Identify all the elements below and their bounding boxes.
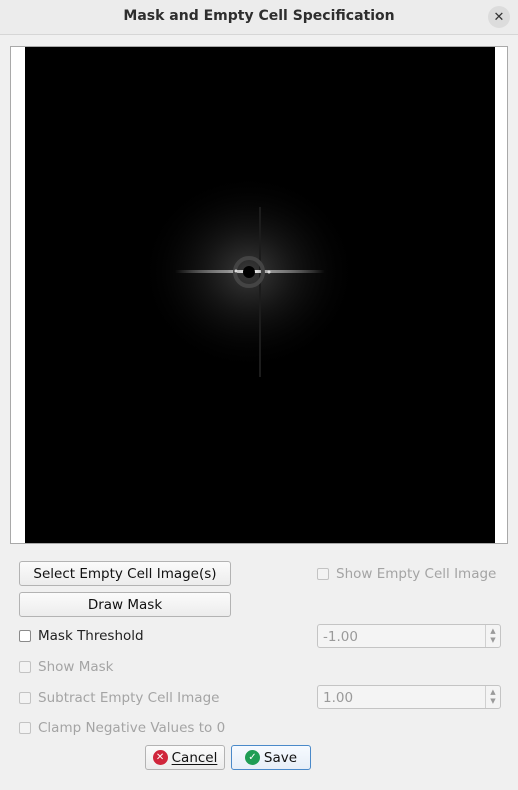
show-empty-cell-label: Show Empty Cell Image (336, 566, 497, 582)
subtract-empty-cell-label: Subtract Empty Cell Image (38, 690, 220, 706)
cancel-button[interactable]: ✕ Cancel (145, 745, 225, 770)
chevron-up-icon[interactable]: ▲ (490, 627, 495, 636)
clamp-negative-checkbox[interactable]: Clamp Negative Values to 0 (19, 719, 225, 737)
show-mask-checkbox[interactable]: Show Mask (19, 658, 114, 676)
mask-threshold-value: -1.00 (323, 629, 358, 645)
chevron-down-icon[interactable]: ▼ (490, 697, 495, 706)
mask-threshold-spinbox[interactable]: -1.00 ▲ ▼ (317, 624, 501, 648)
subtract-scale-value: 1.00 (323, 690, 354, 706)
spin-arrows[interactable]: ▲ ▼ (485, 625, 500, 647)
clamp-negative-label: Clamp Negative Values to 0 (38, 720, 226, 736)
checkbox-box[interactable] (19, 661, 31, 673)
diffraction-pattern-graphic (139, 172, 359, 377)
checkmark-icon: ✓ (244, 750, 260, 765)
show-empty-cell-checkbox[interactable]: Show Empty Cell Image (317, 565, 496, 583)
checkbox-box[interactable] (317, 568, 329, 580)
save-button[interactable]: ✓ Save (231, 745, 311, 770)
draw-mask-button[interactable]: Draw Mask (19, 592, 231, 617)
select-empty-cell-button[interactable]: Select Empty Cell Image(s) (19, 561, 231, 586)
show-mask-label: Show Mask (38, 659, 114, 675)
mask-threshold-label: Mask Threshold (38, 628, 144, 644)
image-viewer[interactable] (10, 46, 508, 544)
subtract-scale-spinbox[interactable]: 1.00 ▲ ▼ (317, 685, 501, 709)
diffraction-image[interactable] (25, 47, 495, 543)
save-label: Save (263, 749, 298, 766)
checkbox-box[interactable] (19, 630, 31, 642)
cancel-label: Cancel (171, 749, 218, 766)
window-title: Mask and Empty Cell Specification (123, 8, 395, 24)
spin-arrows[interactable]: ▲ ▼ (485, 686, 500, 708)
close-button[interactable]: ✕ (488, 6, 510, 28)
checkbox-box[interactable] (19, 722, 31, 734)
close-icon: ✕ (493, 9, 505, 25)
mask-threshold-checkbox[interactable]: Mask Threshold (19, 627, 144, 645)
cancel-icon: ✕ (152, 750, 168, 765)
subtract-empty-cell-checkbox[interactable]: Subtract Empty Cell Image (19, 689, 219, 707)
title-bar: Mask and Empty Cell Specification ✕ (0, 0, 518, 35)
chevron-down-icon[interactable]: ▼ (490, 636, 495, 645)
checkbox-box[interactable] (19, 692, 31, 704)
chevron-up-icon[interactable]: ▲ (490, 688, 495, 697)
